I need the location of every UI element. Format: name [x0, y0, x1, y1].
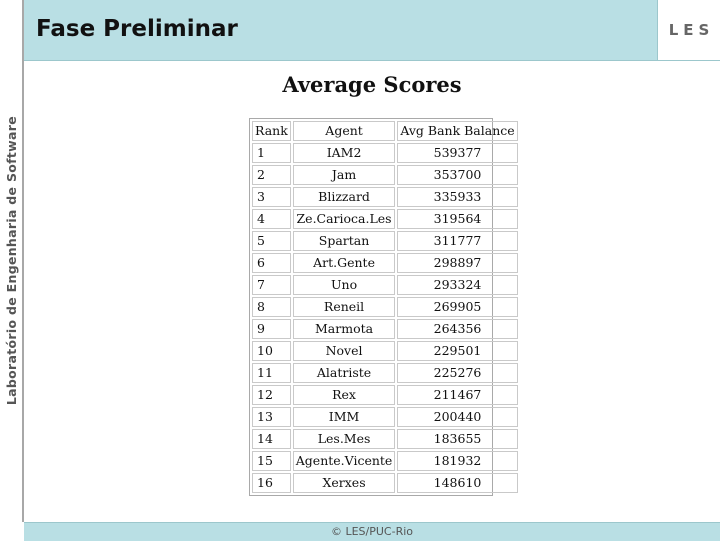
table-row: 10 Novel 229501: [252, 341, 518, 361]
agent-cell: Marmota: [292, 319, 396, 339]
agent-cell: Spartan: [292, 231, 396, 251]
balance-cell: 181932: [397, 451, 518, 471]
copyright-text: © LES/PUC-Rio: [330, 525, 414, 538]
les-logo: LES: [657, 0, 720, 60]
rank-cell: 8: [252, 297, 291, 317]
balance-cell: 293324: [397, 275, 518, 295]
table-row: 7 Uno 293324: [252, 275, 518, 295]
balance-cell: 298897: [397, 253, 518, 273]
table-header-row: Rank Agent Avg Bank Balance: [252, 121, 518, 141]
rank-cell: 7: [252, 275, 291, 295]
page-title: Fase Preliminar: [36, 16, 238, 42]
agent-cell: Alatriste: [292, 363, 396, 383]
les-logo-text: LES: [668, 21, 715, 39]
table-row: 14 Les.Mes 183655: [252, 429, 518, 449]
table-row: 13 IMM 200440: [252, 407, 518, 427]
agent-cell: IMM: [292, 407, 396, 427]
sidebar-label-text: Laboratório de Engenharia de Software: [3, 116, 19, 406]
table-row: 9 Marmota 264356: [252, 319, 518, 339]
agent-cell: Reneil: [292, 297, 396, 317]
sidebar-label: Laboratório de Engenharia de Software: [1, 0, 21, 522]
balance-cell: 229501: [397, 341, 518, 361]
footer-bar: © LES/PUC-Rio: [24, 522, 720, 541]
balance-cell: 319564: [397, 209, 518, 229]
table-row: 6 Art.Gente 298897: [252, 253, 518, 273]
rank-cell: 12: [252, 385, 291, 405]
table-row: 3 Blizzard 335933: [252, 187, 518, 207]
balance-cell: 264356: [397, 319, 518, 339]
table-row: 11 Alatriste 225276: [252, 363, 518, 383]
table-heading: Average Scores: [282, 72, 462, 97]
rank-cell: 13: [252, 407, 291, 427]
agent-cell: Agente.Vicente: [292, 451, 396, 471]
header-bar: Fase Preliminar LES: [24, 0, 720, 61]
agent-cell: Uno: [292, 275, 396, 295]
agent-cell: Novel: [292, 341, 396, 361]
table-row: 5 Spartan 311777: [252, 231, 518, 251]
agent-cell: Ze.Carioca.Les: [292, 209, 396, 229]
balance-cell: 148610: [397, 473, 518, 493]
column-header-agent: Agent: [292, 121, 396, 141]
table-row: 12 Rex 211467: [252, 385, 518, 405]
rank-cell: 6: [252, 253, 291, 273]
rank-cell: 10: [252, 341, 291, 361]
rank-cell: 2: [252, 165, 291, 185]
rank-cell: 14: [252, 429, 291, 449]
balance-cell: 211467: [397, 385, 518, 405]
balance-cell: 311777: [397, 231, 518, 251]
table-row: 4 Ze.Carioca.Les 319564: [252, 209, 518, 229]
agent-cell: Xerxes: [292, 473, 396, 493]
table-row: 2 Jam 353700: [252, 165, 518, 185]
agent-cell: IAM2: [292, 143, 396, 163]
table-row: 8 Reneil 269905: [252, 297, 518, 317]
rank-cell: 5: [252, 231, 291, 251]
agent-cell: Jam: [292, 165, 396, 185]
balance-cell: 539377: [397, 143, 518, 163]
table-row: 1 IAM2 539377: [252, 143, 518, 163]
rank-cell: 3: [252, 187, 291, 207]
scores-table: Rank Agent Avg Bank Balance 1 IAM2 539377 2…: [249, 118, 518, 496]
rank-cell: 11: [252, 363, 291, 383]
rank-cell: 1: [252, 143, 291, 163]
rank-cell: 16: [252, 473, 291, 493]
balance-cell: 200440: [397, 407, 518, 427]
table-row: 15 Agente.Vicente 181932: [252, 451, 518, 471]
rank-cell: 9: [252, 319, 291, 339]
rank-cell: 15: [252, 451, 291, 471]
column-header-balance: Avg Bank Balance: [397, 121, 518, 141]
agent-cell: Rex: [292, 385, 396, 405]
balance-cell: 335933: [397, 187, 518, 207]
balance-cell: 183655: [397, 429, 518, 449]
balance-cell: 225276: [397, 363, 518, 383]
column-header-rank: Rank: [252, 121, 291, 141]
balance-cell: 353700: [397, 165, 518, 185]
agent-cell: Blizzard: [292, 187, 396, 207]
sidebar: Laboratório de Engenharia de Software: [0, 0, 24, 522]
table-row: 16 Xerxes 148610: [252, 473, 518, 493]
agent-cell: Art.Gente: [292, 253, 396, 273]
rank-cell: 4: [252, 209, 291, 229]
balance-cell: 269905: [397, 297, 518, 317]
agent-cell: Les.Mes: [292, 429, 396, 449]
